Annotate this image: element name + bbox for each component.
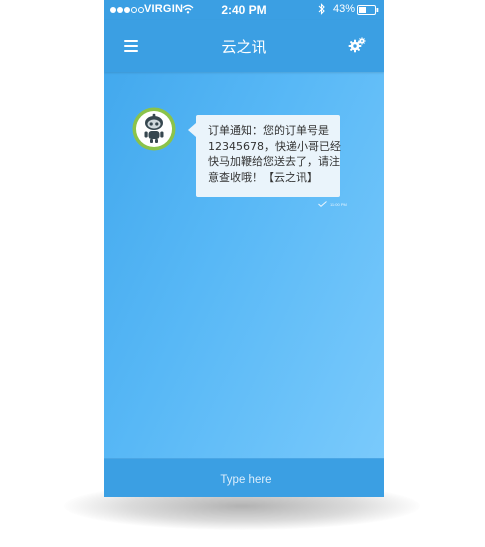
battery-icon [357,5,379,18]
page-title: 云之讯 [221,38,267,56]
message-meta: 11:00 PM [318,201,347,209]
stage: VIRGIN 2:40 PM 43% 云之讯 订单通知：您的订单号是 12345… [0,0,485,547]
bubble-tail [188,123,196,137]
nav-bar: 云之讯 [104,20,384,72]
phone-screen: VIRGIN 2:40 PM 43% 云之讯 订单通知：您的订单号是 12345… [104,0,384,497]
chat-area: 订单通知：您的订单号是 12345678，快递小哥已经 快马加鞭给您送去了，请注… [104,72,384,458]
bluetooth-icon [318,3,326,18]
checkmark-icon [318,201,327,209]
message-input[interactable] [104,459,384,497]
gears-icon[interactable] [348,37,366,58]
message-bubble: 订单通知：您的订单号是 12345678，快递小哥已经 快马加鞭给您送去了，请注… [196,115,341,197]
robot-avatar[interactable] [132,107,176,151]
input-bar [104,458,384,497]
status-bar: VIRGIN 2:40 PM 43% [104,0,384,20]
battery-percent: 43% [333,3,356,15]
message-time: 11:00 PM [330,202,347,208]
